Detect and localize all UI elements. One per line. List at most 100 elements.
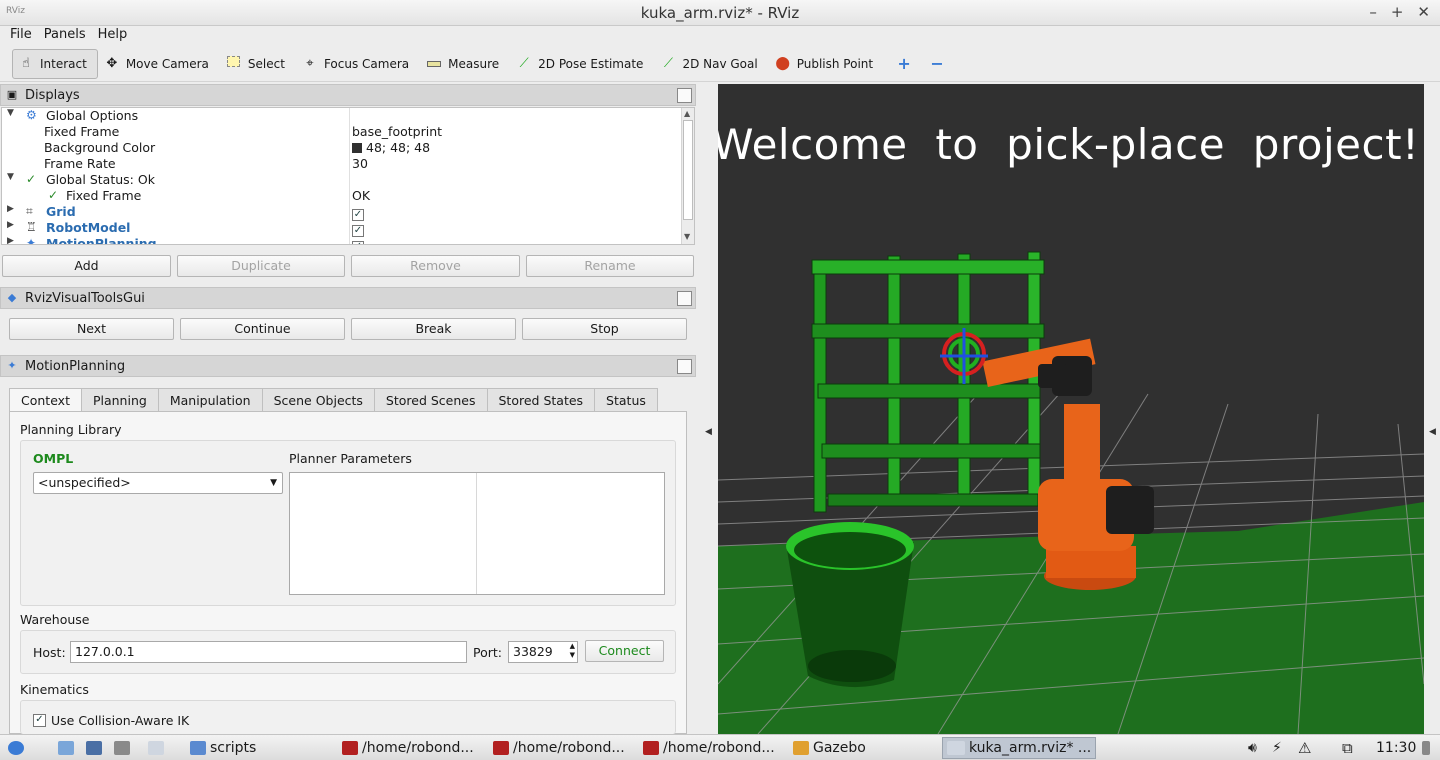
tab-stored-scenes[interactable]: Stored Scenes xyxy=(373,388,488,412)
measure-tool-button[interactable]: Measure xyxy=(420,49,510,79)
terminal-launch-icon[interactable] xyxy=(114,738,130,758)
undock-button[interactable] xyxy=(677,359,692,374)
warehouse-heading: Warehouse xyxy=(20,612,90,627)
visual-tools-title: RvizVisualToolsGui xyxy=(25,290,145,306)
power-icon[interactable]: ⚡︎ xyxy=(1272,738,1282,758)
tree-row-robotmodel[interactable]: ▶ ♖ RobotModel ✓ xyxy=(2,220,682,237)
tree-row-status-fixed-frame[interactable]: ✓ Fixed Frame OK xyxy=(2,188,682,204)
remove-display-button[interactable]: Remove xyxy=(351,255,520,277)
taskbar-item-rviz[interactable]: kuka_arm.rviz* ... xyxy=(942,737,1097,759)
tree-row-grid[interactable]: ▶ ⌗ Grid ✓ xyxy=(2,204,682,221)
taskbar-item-terminal-3[interactable]: /home/robond... xyxy=(643,738,775,758)
tab-manipulation[interactable]: Manipulation xyxy=(157,388,263,412)
tree-row-global-status[interactable]: ▼ ✓ Global Status: Ok xyxy=(2,172,682,188)
menu-help[interactable]: Help xyxy=(98,26,128,44)
scroll-down-icon[interactable]: ▼ xyxy=(684,232,690,241)
volume-icon[interactable]: 🔊︎ xyxy=(1248,738,1257,758)
left-collapse-handle[interactable]: ◀ xyxy=(700,84,718,734)
collision-aware-checkbox[interactable]: ✓ xyxy=(33,714,46,727)
terminal-icon xyxy=(342,741,358,755)
menu-panels[interactable]: Panels xyxy=(44,26,86,44)
monitor-icon: ▣ xyxy=(6,88,18,101)
hand-icon: ☝ xyxy=(22,56,30,71)
taskbar-item-terminal-1[interactable]: /home/robond... xyxy=(342,738,474,758)
tab-status[interactable]: Status xyxy=(594,388,658,412)
continue-button[interactable]: Continue xyxy=(180,318,345,340)
port-spinbox[interactable]: 33829 ▲ ▼ xyxy=(508,641,578,663)
displays-title: Displays xyxy=(25,87,80,103)
minimize-icon[interactable]: – xyxy=(1369,3,1377,21)
taskbar-item-terminal-2[interactable]: /home/robond... xyxy=(493,738,625,758)
tab-planning[interactable]: Planning xyxy=(80,388,159,412)
right-collapse-handle[interactable]: ◀ xyxy=(1424,84,1440,734)
focus-camera-icon: ⌖ xyxy=(306,56,314,71)
motionplanning-enabled-checkbox[interactable]: ✓ xyxy=(352,241,364,244)
tree-row-fixed-frame[interactable]: Fixed Frame base_footprint xyxy=(2,124,682,140)
motion-planning-tabs: Context Planning Manipulation Scene Obje… xyxy=(9,388,658,413)
expand-arrow-icon[interactable]: ▼ xyxy=(7,108,14,118)
planner-select[interactable]: <unspecified> ▼ xyxy=(33,472,283,494)
tree-row-motionplanning[interactable]: ▶ ✦ MotionPlanning ✓ xyxy=(2,236,682,244)
planner-parameters-table[interactable] xyxy=(289,472,665,595)
show-desktop-icon[interactable] xyxy=(58,738,74,758)
tree-row-global-options[interactable]: ▼ ⚙ Global Options xyxy=(2,108,682,124)
tree-row-frame-rate[interactable]: Frame Rate 30 xyxy=(2,156,682,172)
pose-arrow-icon: ⟋ xyxy=(519,56,529,71)
remove-tool-button[interactable]: − xyxy=(923,49,956,79)
warning-icon[interactable]: ⚠︎ xyxy=(1298,738,1311,758)
notification-icon[interactable] xyxy=(1422,738,1430,758)
rename-display-button[interactable]: Rename xyxy=(526,255,694,277)
undock-button[interactable] xyxy=(677,291,692,306)
nav-goal-tool-button[interactable]: ⟋ 2D Nav Goal xyxy=(654,49,768,79)
tab-context[interactable]: Context xyxy=(9,388,82,413)
rviz-launch-icon[interactable] xyxy=(148,738,164,758)
tree-row-background-color[interactable]: Background Color 48; 48; 48 xyxy=(2,140,682,156)
pose-estimate-tool-button[interactable]: ⟋ 2D Pose Estimate xyxy=(510,49,654,79)
folder-icon xyxy=(190,741,206,755)
tab-scene-objects[interactable]: Scene Objects xyxy=(261,388,375,412)
next-button[interactable]: Next xyxy=(9,318,174,340)
gear-icon: ⚙ xyxy=(26,108,37,122)
plus-icon: + xyxy=(897,54,911,73)
scroll-thumb[interactable] xyxy=(683,120,693,220)
host-input[interactable]: 127.0.0.1 xyxy=(70,641,467,663)
tab-stored-states[interactable]: Stored States xyxy=(486,388,596,412)
spin-arrows-icon[interactable]: ▲ ▼ xyxy=(570,642,575,660)
taskbar-item-scripts[interactable]: scripts xyxy=(190,738,256,758)
menu-file[interactable]: File xyxy=(10,26,32,44)
taskbar-item-gazebo[interactable]: Gazebo xyxy=(793,738,866,758)
break-button[interactable]: Break xyxy=(351,318,516,340)
collapse-arrow-icon[interactable]: ▶ xyxy=(7,204,14,214)
collapse-arrow-icon[interactable]: ▶ xyxy=(7,220,14,230)
scroll-up-icon[interactable]: ▲ xyxy=(684,109,690,118)
add-tool-button[interactable]: + xyxy=(890,49,923,79)
select-tool-button[interactable]: Select xyxy=(220,49,296,79)
start-menu-icon[interactable] xyxy=(8,738,24,758)
library-name: OMPL xyxy=(33,451,74,466)
network-icon[interactable]: ⧉ xyxy=(1342,738,1353,758)
collapse-arrow-icon[interactable]: ▶ xyxy=(7,236,14,244)
stop-button[interactable]: Stop xyxy=(522,318,687,340)
check-icon: ✓ xyxy=(48,188,59,202)
close-icon[interactable]: ✕ xyxy=(1417,3,1430,21)
focus-camera-tool-button[interactable]: ⌖ Focus Camera xyxy=(296,49,420,79)
render-viewport[interactable]: Welcome to pick-place project! xyxy=(718,84,1424,734)
file-manager-icon[interactable] xyxy=(86,738,102,758)
visual-tools-panel-header: ◆ RvizVisualToolsGui xyxy=(0,287,696,309)
terminal-icon xyxy=(643,741,659,755)
displays-panel-header: ▣ Displays xyxy=(0,84,696,106)
maximize-icon[interactable]: + xyxy=(1391,3,1404,21)
window-title: kuka_arm.rviz* - RViz xyxy=(640,4,800,22)
duplicate-display-button[interactable]: Duplicate xyxy=(177,255,345,277)
check-icon: ✓ xyxy=(26,172,37,186)
clock[interactable]: 11:30 xyxy=(1376,738,1416,758)
undock-button[interactable] xyxy=(677,88,692,103)
publish-point-tool-button[interactable]: ⬤ Publish Point xyxy=(769,49,884,79)
displays-scrollbar[interactable]: ▲ ▼ xyxy=(681,108,694,244)
add-display-button[interactable]: Add xyxy=(2,255,171,277)
motion-planning-panel-header: ✦ MotionPlanning xyxy=(0,355,696,377)
move-camera-tool-button[interactable]: ✥ Move Camera xyxy=(98,49,220,79)
connect-button[interactable]: Connect xyxy=(585,640,664,662)
expand-arrow-icon[interactable]: ▼ xyxy=(7,172,14,182)
interact-tool-button[interactable]: ☝ Interact xyxy=(12,48,98,79)
